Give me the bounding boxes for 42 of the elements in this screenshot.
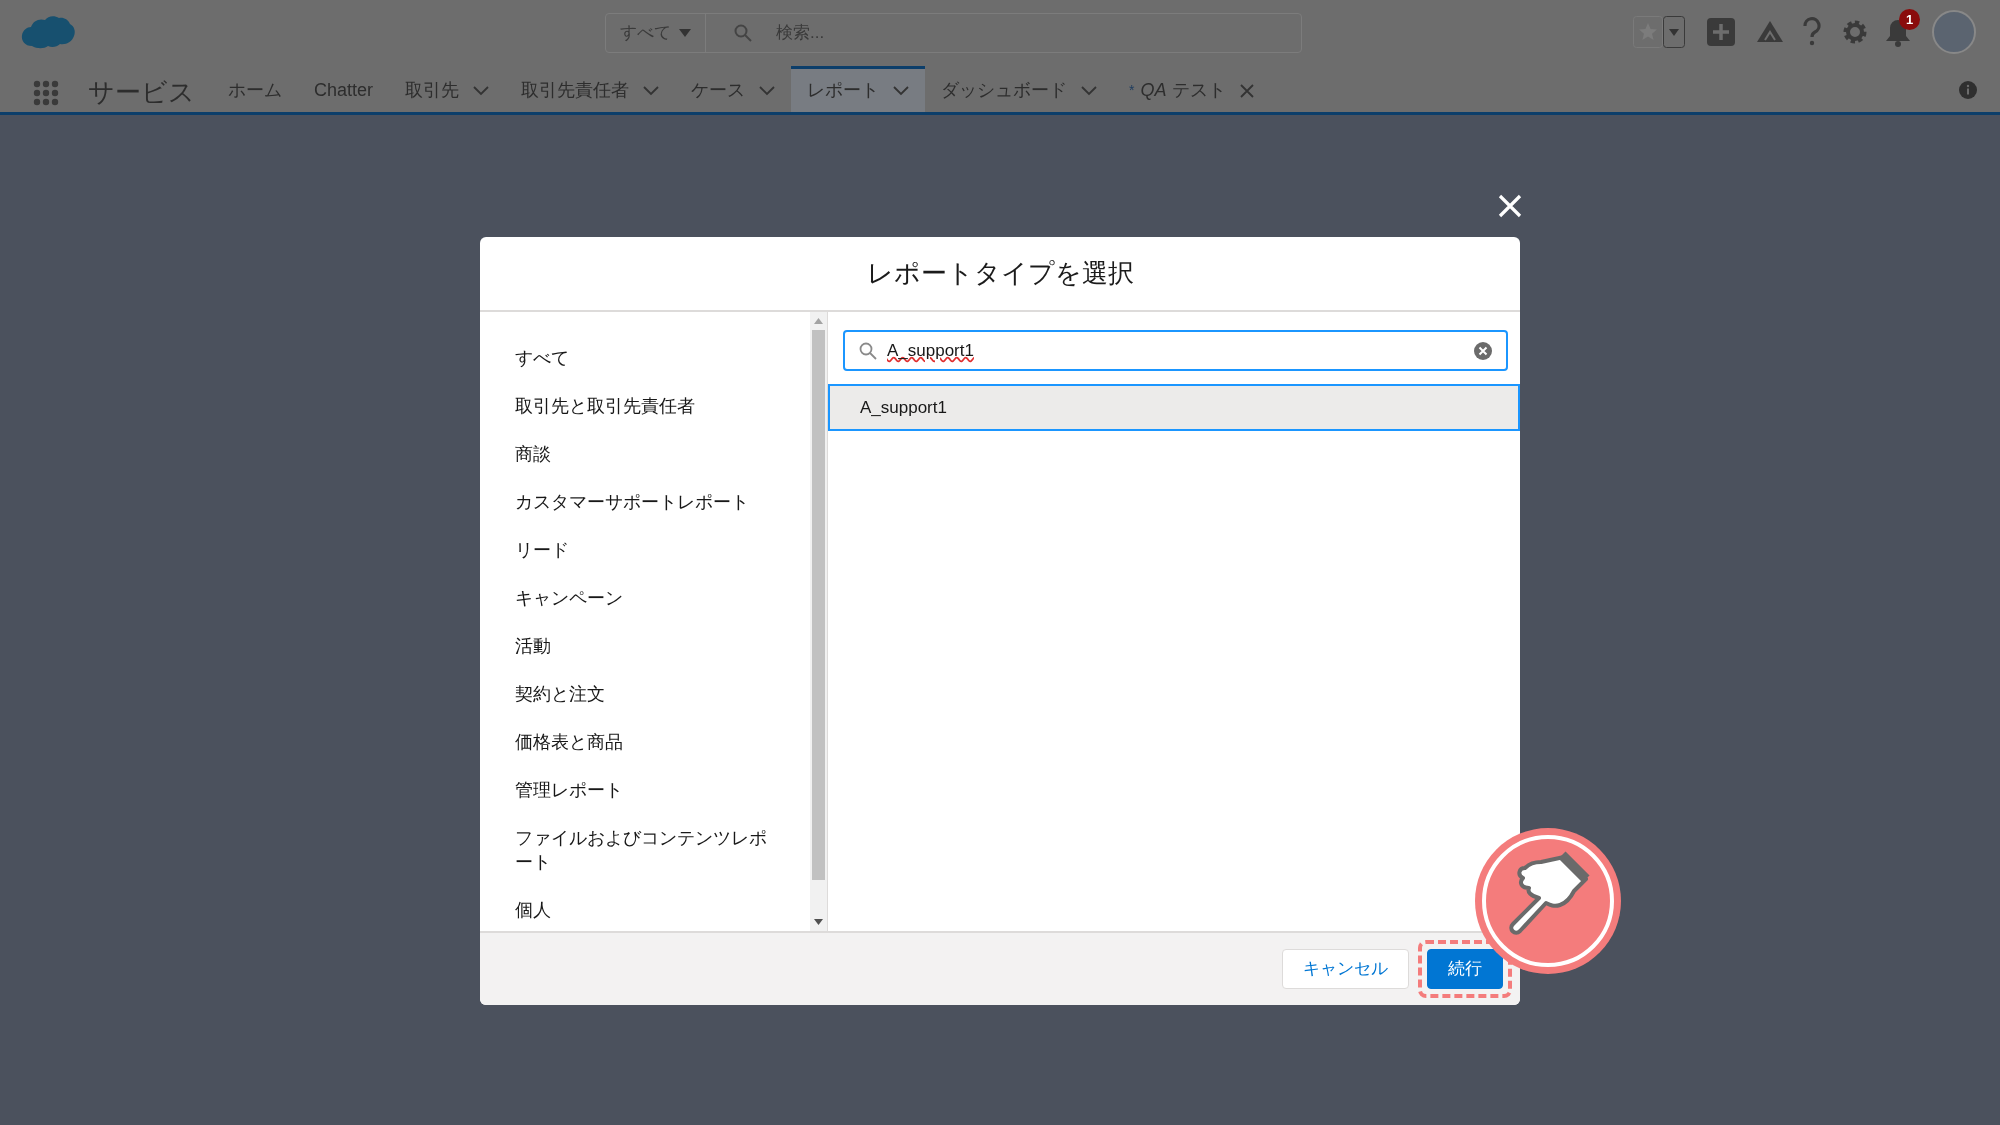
add-icon[interactable] xyxy=(1707,18,1735,46)
chevron-down-icon[interactable] xyxy=(1081,85,1098,96)
chevron-down-icon[interactable] xyxy=(893,85,910,96)
info-icon[interactable] xyxy=(1959,81,1977,99)
chevron-down-icon[interactable] xyxy=(473,85,490,96)
unsaved-marker: * xyxy=(1129,81,1135,100)
search-icon xyxy=(734,24,752,42)
close-tab-icon[interactable] xyxy=(1239,83,1254,98)
report-type-search-input[interactable]: A_support1 xyxy=(887,337,1474,364)
cancel-button[interactable]: キャンセル xyxy=(1282,949,1409,989)
notification-count: 1 xyxy=(1899,9,1920,30)
report-category[interactable]: ファイルおよびコンテンツレポート xyxy=(515,814,780,886)
clear-icon[interactable] xyxy=(1474,341,1492,360)
search-icon xyxy=(859,341,877,360)
user-avatar[interactable] xyxy=(1932,10,1976,54)
report-category[interactable]: リード xyxy=(515,526,569,574)
settings-icon[interactable] xyxy=(1841,18,1869,46)
chevron-down-icon[interactable] xyxy=(643,85,660,96)
report-category[interactable]: 契約と注文 xyxy=(515,670,605,718)
report-category[interactable]: カスタマーサポートレポート xyxy=(515,478,749,526)
report-type-row[interactable]: A_support1 xyxy=(828,384,1520,431)
report-category[interactable]: 取引先と取引先責任者 xyxy=(515,382,695,430)
report-category[interactable]: 価格表と商品 xyxy=(515,718,623,766)
scroll-down-arrow-icon[interactable] xyxy=(814,919,823,925)
modal-title: レポートタイプを選択 xyxy=(866,257,1134,290)
report-category[interactable]: キャンペーン xyxy=(515,574,623,622)
help-icon[interactable] xyxy=(1801,17,1823,47)
search-field[interactable]: A_support1 xyxy=(843,330,1508,371)
scrollbar[interactable] xyxy=(810,312,827,931)
caret-down-icon[interactable] xyxy=(1663,16,1685,48)
report-category[interactable]: すべて xyxy=(515,334,569,382)
chevron-down-icon[interactable] xyxy=(759,85,776,96)
app-name: サービス xyxy=(88,76,195,109)
report-category[interactable]: 管理レポート xyxy=(515,766,623,814)
scroll-up-arrow-icon[interactable] xyxy=(814,318,823,324)
report-category[interactable]: 個人 xyxy=(515,886,551,934)
close-icon[interactable] xyxy=(1498,194,1522,218)
report-category[interactable]: 商談 xyxy=(515,430,551,478)
report-category[interactable]: 活動 xyxy=(515,622,551,670)
app-launcher-icon[interactable] xyxy=(33,80,59,106)
continue-button[interactable]: 続行 xyxy=(1427,949,1503,989)
caret-down-icon xyxy=(679,29,691,37)
